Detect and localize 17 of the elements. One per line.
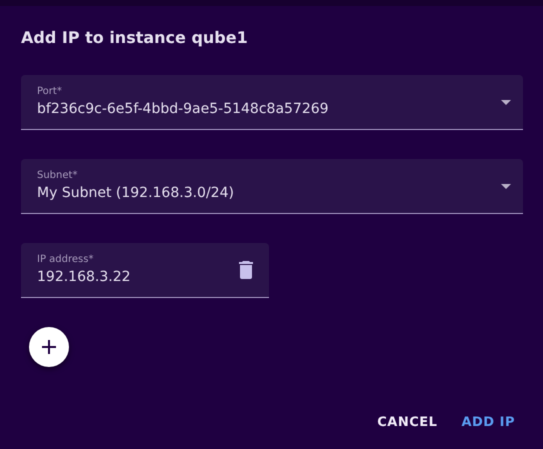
caret-icon [501,100,511,104]
caret-icon [501,184,511,188]
select-field[interactable]: Port* bf236c9c-6e5f-4bbd-9ae5-5148c8a57269 [21,75,523,130]
dialog-title: Add IP to instance qube1 [21,27,249,49]
field-value: 192.168.3.22 [37,268,132,287]
field-value: bf236c9c-6e5f-4bbd-9ae5-5148c8a57269 [37,100,330,119]
add-button[interactable] [29,327,69,367]
field-value: My Subnet (192.168.3.0/24) [37,184,235,203]
field-label: Subnet* [37,169,78,183]
delete-icon[interactable] [239,261,253,279]
add-ip-button[interactable]: ADD IP [453,407,523,438]
cancel-button[interactable]: CANCEL [369,407,446,438]
field-label: Port* [37,85,63,99]
plus-icon [41,339,57,355]
input-field[interactable]: IP address* 192.168.3.22 [21,243,269,298]
field-label: IP address* [37,253,94,267]
select-field[interactable]: Subnet* My Subnet (192.168.3.0/24) [21,159,523,214]
